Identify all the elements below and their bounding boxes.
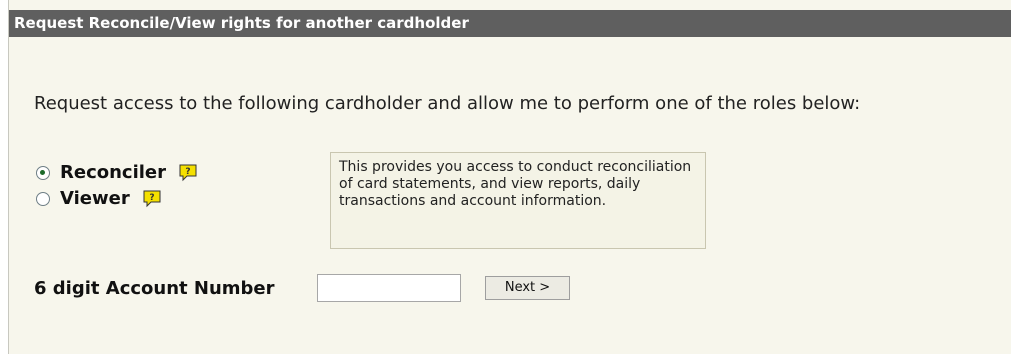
account-number-input[interactable] [317, 274, 461, 302]
role-description-box: This provides you access to conduct reco… [330, 152, 706, 249]
intro-text: Request access to the following cardhold… [34, 93, 861, 114]
next-button[interactable]: Next > [485, 276, 570, 300]
request-rights-panel: Request Reconcile/View rights for anothe… [8, 0, 1011, 354]
help-note-icon[interactable]: ? [142, 189, 162, 209]
panel-title: Request Reconcile/View rights for anothe… [9, 10, 1011, 37]
viewer-radio[interactable] [36, 191, 50, 206]
svg-text:?: ? [185, 167, 190, 177]
account-number-label: 6 digit Account Number [34, 278, 275, 299]
help-note-icon[interactable]: ? [178, 163, 198, 183]
viewer-label: Viewer [60, 188, 130, 209]
reconciler-label: Reconciler [60, 162, 167, 183]
role-option-viewer[interactable]: Viewer ? [36, 188, 162, 209]
role-option-reconciler[interactable]: Reconciler ? [36, 162, 198, 183]
svg-text:?: ? [149, 193, 154, 203]
reconciler-radio[interactable] [36, 165, 50, 180]
